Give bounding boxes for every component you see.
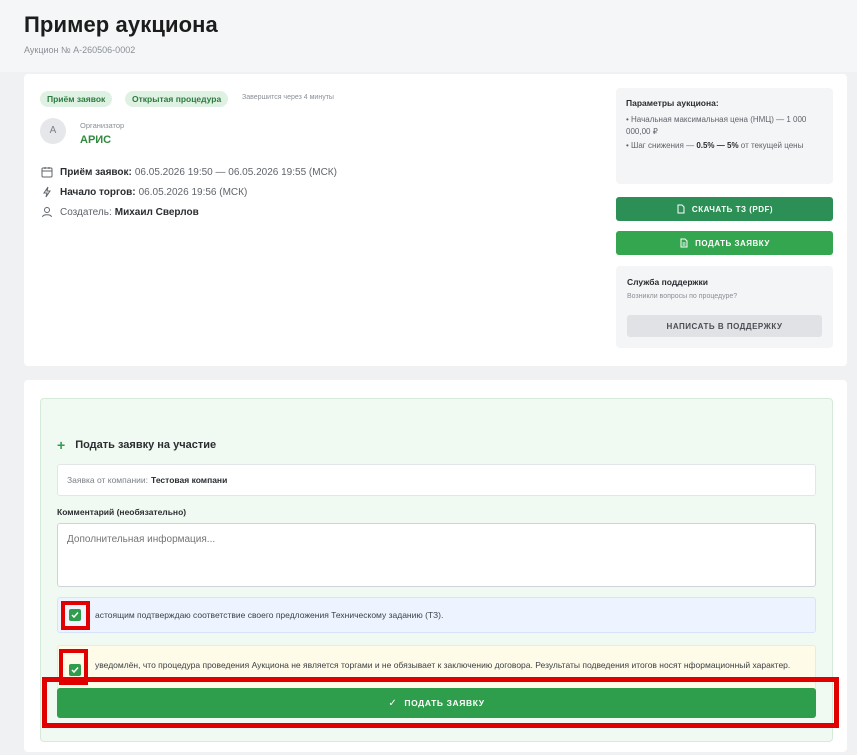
check-icon	[71, 612, 79, 619]
organizer-label: Организатор	[80, 121, 125, 130]
status-badge: Приём заявок	[40, 91, 113, 107]
document-icon	[676, 204, 686, 214]
check-icon	[71, 667, 79, 674]
apply-button-top[interactable]: ПОДАТЬ ЗАЯВКУ	[616, 231, 833, 255]
applications-label: Приём заявок:	[60, 166, 132, 178]
applications-value: 06.05.2026 19:50 — 06.05.2026 19:55 (МСК…	[134, 166, 337, 178]
applications-period-row: Приём заявок: 06.05.2026 19:50 — 06.05.2…	[40, 165, 337, 179]
download-tz-label: СКАЧАТЬ ТЗ (PDF)	[691, 204, 774, 214]
params-step-range: 0.5% — 5%	[696, 141, 739, 150]
params-step: • Шаг снижения — 0.5% — 5% от текущей це…	[626, 140, 823, 152]
download-tz-button[interactable]: СКАЧАТЬ ТЗ (PDF)	[616, 197, 833, 221]
file-icon	[679, 238, 689, 248]
submit-application-button[interactable]: ✓ ПОДАТЬ ЗАЯВКУ	[57, 688, 816, 718]
params-step-prefix: • Шаг снижения —	[626, 141, 695, 150]
submit-label: ПОДАТЬ ЗАЯВКУ	[404, 698, 485, 708]
support-box: Служба поддержки Возникли вопросы по про…	[616, 266, 833, 348]
company-label: Заявка от компании:	[67, 475, 149, 485]
application-card: + Подать заявку на участие Заявка от ком…	[24, 380, 847, 752]
auction-params-box: Параметры аукциона: • Начальная максимал…	[616, 88, 833, 184]
form-title: + Подать заявку на участие	[57, 437, 216, 453]
trading-label: Начало торгов:	[60, 186, 136, 198]
tz-confirmation-text: астоящим подтверждаю соответствие своего…	[95, 610, 444, 620]
params-step-suffix: от текущей цены	[740, 141, 804, 150]
trading-value: 06.05.2026 19:56 (МСК)	[138, 186, 248, 198]
support-text: Возникли вопросы по процедуре?	[627, 293, 738, 300]
auction-number: Аукцион № А-260506-0002	[24, 45, 136, 55]
auction-info-card: Приём заявок Открытая процедура Завершит…	[24, 74, 847, 366]
creator-label: Создатель:	[60, 206, 112, 218]
user-icon	[40, 205, 54, 219]
trading-start-row: Начало торгов: 06.05.2026 19:56 (МСК)	[40, 185, 247, 199]
procedure-type-badge: Открытая процедура	[125, 91, 229, 107]
company-name: Тестовая компани	[151, 475, 228, 485]
comment-label: Комментарий (необязательно)	[57, 507, 187, 517]
apply-top-label: ПОДАТЬ ЗАЯВКУ	[695, 238, 770, 248]
contact-support-button[interactable]: НАПИСАТЬ В ПОДДЕРЖКУ	[627, 315, 822, 337]
disclaimer-checkbox[interactable]	[69, 664, 81, 676]
params-title: Параметры аукциона:	[626, 98, 719, 108]
form-title-text: Подать заявку на участие	[75, 439, 217, 451]
avatar: A	[40, 118, 66, 144]
company-field: Заявка от компании: Тестовая компани	[57, 464, 816, 496]
calendar-icon	[40, 165, 54, 179]
creator-value: Михаил Сверлов	[114, 206, 199, 218]
lightning-icon	[40, 185, 54, 199]
tz-confirmation-row: астоящим подтверждаю соответствие своего…	[57, 597, 816, 633]
comment-textarea[interactable]	[57, 523, 816, 587]
ends-note: Завершится через 4 минуты	[242, 94, 334, 101]
params-nmc: • Начальная максимальная цена (НМЦ) — 1 …	[626, 115, 807, 136]
creator-row: Создатель: Михаил Сверлов	[40, 205, 202, 219]
tz-confirmation-checkbox[interactable]	[69, 609, 81, 621]
organizer-name[interactable]: АРИС	[80, 134, 111, 146]
page-title: Пример аукциона	[24, 12, 218, 37]
disclaimer-text: уведомлён, что процедура проведения Аукц…	[95, 660, 791, 670]
checkmark-icon: ✓	[388, 697, 398, 709]
page-header: Пример аукциона Аукцион № А-260506-0002	[0, 0, 857, 72]
support-title: Служба поддержки	[627, 277, 708, 287]
submit-highlight: ✓ ПОДАТЬ ЗАЯВКУ	[42, 677, 839, 728]
plus-icon: +	[57, 437, 66, 453]
